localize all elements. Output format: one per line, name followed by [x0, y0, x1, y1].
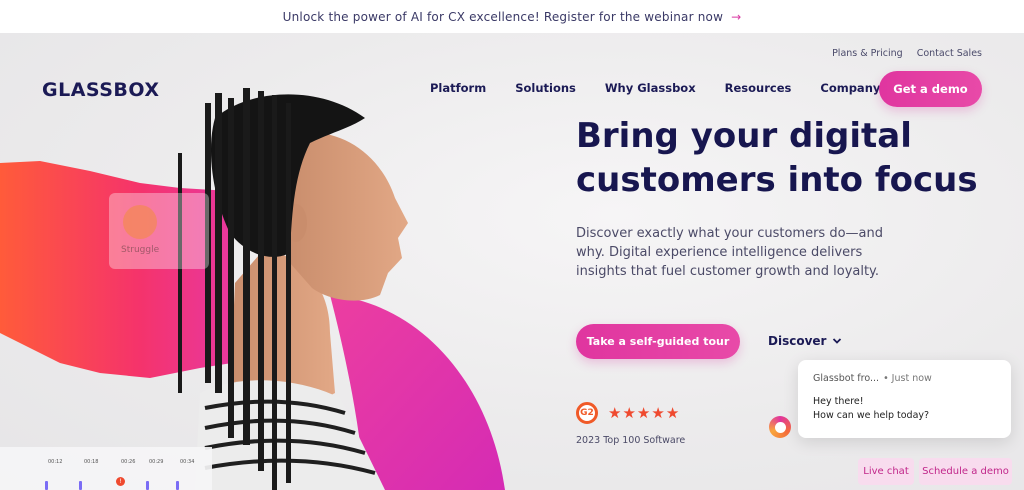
struggle-card: Struggle — [109, 193, 209, 269]
utility-nav: Plans & Pricing Contact Sales — [832, 48, 982, 59]
timeline-tick — [45, 481, 48, 490]
frown-face-icon — [123, 205, 157, 239]
chat-header: Glassbot fro... • Just now — [813, 373, 996, 384]
announcement-text[interactable]: Unlock the power of AI for CX excellence… — [283, 10, 723, 24]
timeline-label: 00:34 — [180, 459, 195, 465]
chat-line-2: How can we help today? — [813, 410, 930, 421]
get-demo-button[interactable]: Get a demo — [879, 71, 982, 107]
star-icon: ★ — [665, 403, 680, 422]
nav-item-solutions[interactable]: Solutions — [515, 81, 576, 95]
timeline-label: 00:29 — [149, 459, 164, 465]
timeline-label: 00:26 — [121, 459, 136, 465]
nav-item-platform[interactable]: Platform — [430, 81, 486, 95]
g2-rating: G2 ★ ★ ★ ★ ★ — [576, 402, 679, 424]
star-icon: ★ — [622, 403, 636, 422]
timeline-tick — [79, 481, 82, 490]
session-timeline: 00:12 00:18 00:26 00:29 00:34 ! — [0, 447, 212, 490]
timeline-label: 00:12 — [48, 459, 63, 465]
schedule-demo-button[interactable]: Schedule a demo — [919, 458, 1012, 485]
star-icon: ★ — [636, 403, 651, 422]
live-chat-button[interactable]: Live chat — [858, 458, 914, 485]
headline-line-2: customers into focus — [576, 160, 978, 200]
chat-message: Hey there! How can we help today? — [813, 395, 996, 423]
rating-stars: ★ ★ ★ ★ ★ — [608, 403, 680, 422]
nav-item-why-glassbox[interactable]: Why Glassbox — [605, 81, 696, 95]
plans-pricing-link[interactable]: Plans & Pricing — [832, 48, 903, 59]
chat-line-1: Hey there! — [813, 396, 864, 407]
chat-sender: Glassbot fro... — [813, 373, 880, 384]
page-title: Bring your digital customers into focus — [576, 114, 996, 202]
main-nav: Platform Solutions Why Glassbox Resource… — [430, 81, 880, 95]
discover-label: Discover — [768, 334, 827, 348]
timeline-tick — [146, 481, 149, 490]
contact-sales-link[interactable]: Contact Sales — [917, 48, 982, 59]
star-icon: ★ — [651, 403, 665, 422]
chat-time: • Just now — [883, 373, 932, 384]
glassbox-logo[interactable]: GLASSBOX — [42, 79, 160, 101]
g2-logo-icon: G2 — [576, 402, 598, 424]
timeline-label: 00:18 — [84, 459, 99, 465]
star-icon: ★ — [608, 403, 622, 422]
hero-description: Discover exactly what your customers do—… — [576, 226, 883, 279]
g2-caption: 2023 Top 100 Software — [576, 435, 686, 446]
hero-artwork — [0, 88, 505, 490]
nav-item-resources[interactable]: Resources — [725, 81, 792, 95]
timeline-alert-icon: ! — [116, 477, 125, 486]
chat-popup[interactable]: Glassbot fro... • Just now Hey there! Ho… — [798, 360, 1011, 438]
headline-line-1: Bring your digital — [576, 116, 912, 156]
struggle-label: Struggle — [121, 245, 160, 255]
announcement-bar[interactable]: Unlock the power of AI for CX excellence… — [0, 0, 1024, 33]
arrow-right-icon[interactable]: → — [731, 10, 741, 24]
discover-dropdown[interactable]: Discover — [768, 334, 842, 348]
chevron-down-icon — [833, 338, 842, 344]
self-guided-tour-button[interactable]: Take a self-guided tour — [576, 324, 740, 359]
timeline-tick — [176, 481, 179, 490]
glassbot-avatar-icon[interactable] — [769, 416, 791, 438]
nav-item-company[interactable]: Company — [820, 81, 880, 95]
